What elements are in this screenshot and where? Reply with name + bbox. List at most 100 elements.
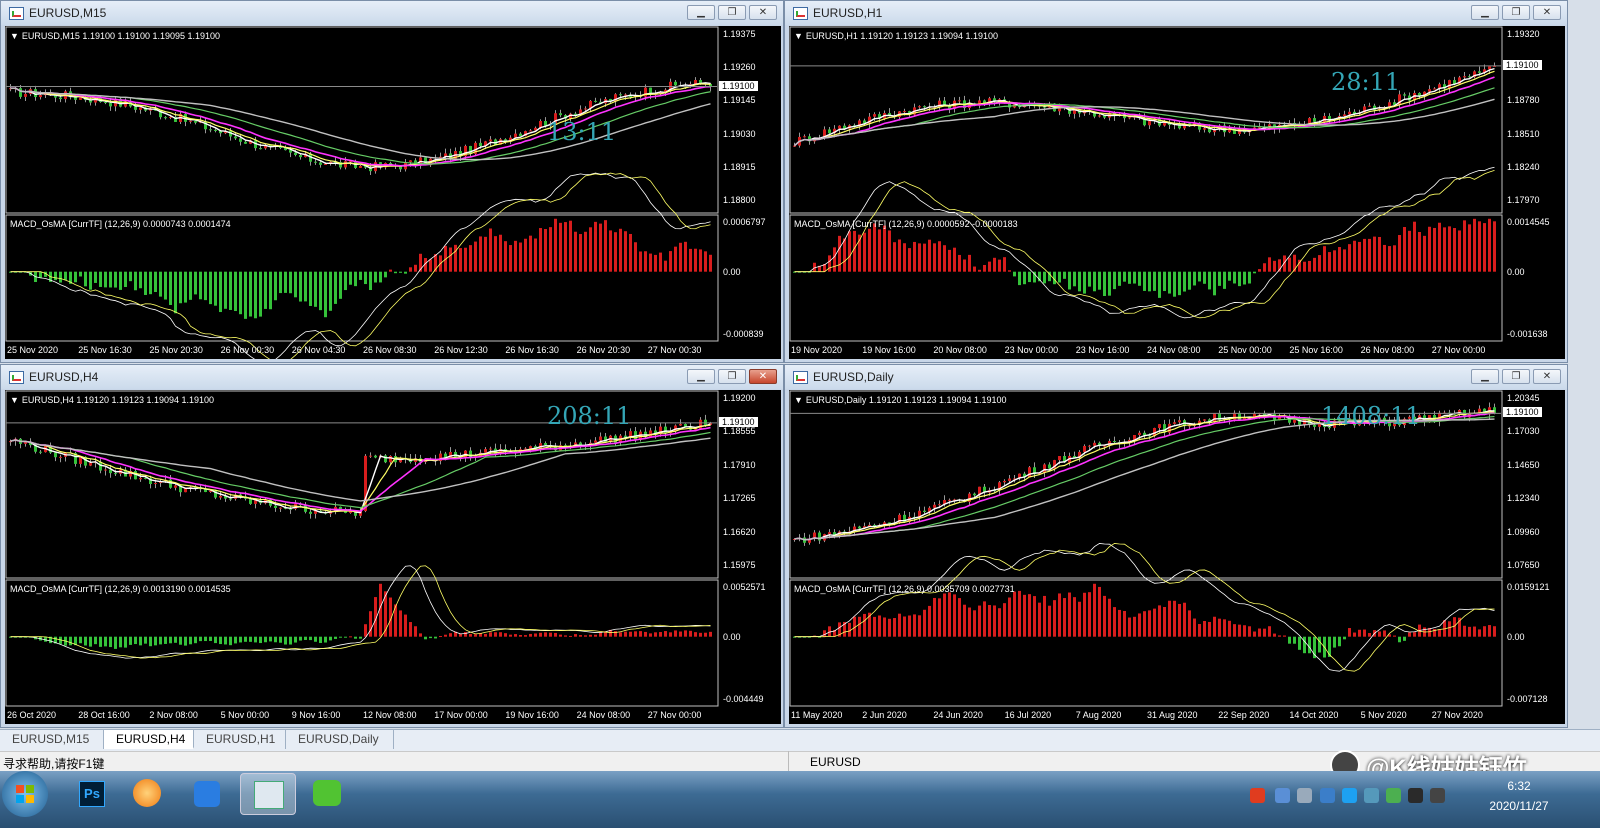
chart-area[interactable]: 1.19375 1.19260 1.19145 1.19030 1.18915 1.188… [5, 26, 781, 359]
price-axis-label: 1.20345 [1507, 393, 1540, 403]
chart-window-2[interactable]: EURUSD,H4 ▁ ❐ ✕ 1.19200 1.18555 1.17910 1.1… [0, 364, 784, 728]
price-axis-label: 1.18915 [723, 161, 756, 172]
close-button[interactable]: ✕ [1533, 369, 1561, 384]
time-axis-label: 28 Oct 16:00 [78, 710, 130, 720]
start-button[interactable] [2, 771, 48, 817]
restore-button[interactable]: ❐ [1502, 369, 1530, 384]
price-axis-label: 1.19320 [1507, 29, 1540, 39]
time-axis-label: 9 Nov 16:00 [291, 710, 341, 720]
indicator-label: MACD_OsMA [CurrTF] (12,26,9) 0.0013190 0… [10, 584, 231, 594]
tray-shield-icon[interactable] [1364, 788, 1379, 803]
restore-button[interactable]: ❐ [718, 369, 746, 384]
chart-tabs-bar: EURUSD,M15 EURUSD,H4 EURUSD,H1 EURUSD,Da… [0, 729, 1600, 751]
tab-eurusd-h1[interactable]: EURUSD,H1 [194, 730, 286, 749]
minimize-button[interactable]: ▁ [1471, 369, 1499, 384]
chart-area[interactable]: 1.19200 1.18555 1.17910 1.17265 1.16620 1.159… [5, 390, 781, 724]
taskbar-cloud-app[interactable] [180, 773, 234, 813]
cube-icon[interactable] [1320, 788, 1335, 803]
tray-util-icon[interactable] [1297, 788, 1312, 803]
restore-button[interactable]: ❐ [1502, 5, 1530, 20]
time-axis-label: 7 Aug 2020 [1075, 710, 1122, 720]
chart-header-text: EURUSD,Daily 1.19120 1.19123 1.19094 1.1… [805, 395, 1007, 405]
tab-eurusd-daily[interactable]: EURUSD,Daily [286, 730, 394, 749]
window-titlebar[interactable]: EURUSD,Daily ▁ ❐ ✕ [785, 365, 1567, 389]
time-axis-label: 25 Nov 2020 [7, 345, 59, 355]
indicator-axis-label: 0.00 [723, 631, 741, 642]
chart-window-icon [793, 371, 808, 384]
chart-header: ▼ EURUSD,Daily 1.19120 1.19123 1.19094 1.… [794, 395, 1007, 405]
time-axis-label: 25 Nov 16:30 [78, 345, 132, 355]
indicator-label: MACD_OsMA [CurrTF] (12,26,9) 0.0000592 -… [794, 219, 1018, 229]
taskbar: Ps 6:32 2020/11/27 [0, 771, 1600, 828]
chart-menu-icon[interactable]: ▼ [794, 395, 803, 405]
window-titlebar[interactable]: EURUSD,H1 ▁ ❐ ✕ [785, 1, 1567, 25]
tray-app-icon[interactable] [1275, 788, 1290, 803]
taskbar-photoshop[interactable]: Ps [65, 773, 119, 813]
time-axis-label: 2 Jun 2020 [862, 710, 907, 720]
chart-window-icon [9, 7, 24, 20]
indicator-label: MACD_OsMA [CurrTF] (12,26,9) 0.0035709 0… [794, 584, 1015, 594]
time-axis-label: 14 Oct 2020 [1289, 710, 1339, 720]
price-axis-label: 1.18800 [723, 195, 756, 205]
sogou-icon[interactable] [1250, 788, 1265, 803]
status-symbol: EURUSD [810, 755, 861, 769]
chart-area[interactable]: 1.20345 1.17030 1.14650 1.12340 1.09960 1.076… [789, 390, 1565, 724]
indicator-axis-label: 0.0052571 [723, 582, 766, 592]
chart-area[interactable]: 1.193201.190501.187801.185101.182401.179… [789, 26, 1565, 359]
tab-eurusd-h4[interactable]: EURUSD,H4 [104, 730, 194, 749]
chart-menu-icon[interactable]: ▼ [10, 395, 19, 405]
window-title: EURUSD,H4 [29, 370, 99, 384]
price-axis-label: 1.18510 [1507, 128, 1540, 139]
window-titlebar[interactable]: EURUSD,M15 ▁ ❐ ✕ [1, 1, 783, 25]
minimize-button[interactable]: ▁ [687, 5, 715, 20]
chart-menu-icon[interactable]: ▼ [794, 31, 803, 41]
price-chart-svg [789, 390, 1503, 707]
indicator-axis-label: -0.004449 [723, 694, 764, 704]
price-axis-label: 1.17910 [723, 459, 756, 470]
close-button[interactable]: ✕ [749, 369, 777, 384]
minimize-button[interactable]: ▁ [687, 369, 715, 384]
time-axis-label: 17 Nov 00:00 [434, 710, 488, 720]
price-axis-label: 1.16620 [723, 526, 756, 537]
chart-header: ▼ EURUSD,H4 1.19120 1.19123 1.19094 1.191… [10, 395, 214, 405]
time-axis-label: 24 Nov 08:00 [576, 710, 631, 720]
clock-time: 6:32 [1507, 779, 1531, 793]
system-clock[interactable]: 6:32 2020/11/27 [1486, 779, 1552, 813]
close-button[interactable]: ✕ [1533, 5, 1561, 20]
chart-window-0[interactable]: EURUSD,M15 ▁ ❐ ✕ 1.19375 1.19260 1.19145 1.… [0, 0, 784, 363]
time-axis-label: 5 Nov 2020 [1360, 710, 1407, 720]
close-button[interactable]: ✕ [749, 5, 777, 20]
indicator-axis-label: 0.0014545 [1507, 217, 1550, 227]
time-axis-label: 26 Nov 12:30 [434, 345, 488, 355]
current-price-tag: 1.19100 [719, 416, 758, 427]
help-hint: 寻求帮助,请按F1键 [3, 757, 105, 771]
time-axis-label: 12 Nov 08:00 [363, 710, 417, 720]
metatrader-icon [254, 781, 284, 809]
restore-button[interactable]: ❐ [718, 5, 746, 20]
time-axis-label: 26 Nov 16:30 [505, 345, 559, 355]
taskbar-metatrader[interactable] [240, 773, 296, 815]
chart-window-3[interactable]: EURUSD,Daily ▁ ❐ ✕ 1.20345 1.17030 1.14650… [784, 364, 1568, 728]
price-axis-label: 1.15975 [723, 560, 756, 570]
price-axis-label: 1.18780 [1507, 95, 1540, 106]
price-axis-label: 1.18555 [723, 426, 756, 437]
volume-icon[interactable] [1430, 788, 1445, 803]
price-axis-label: 1.14650 [1507, 459, 1540, 470]
ma-grey-line [10, 437, 711, 502]
tab-eurusd-m15[interactable]: EURUSD,M15 [0, 730, 104, 749]
windows-logo-icon [16, 785, 34, 803]
tray-share-icon[interactable] [1342, 788, 1357, 803]
signal-line [794, 543, 1495, 672]
window-titlebar[interactable]: EURUSD,H4 ▁ ❐ ✕ [1, 365, 783, 389]
chart-menu-icon[interactable]: ▼ [10, 31, 19, 41]
taskbar-wechat[interactable] [300, 773, 354, 813]
chart-window-1[interactable]: EURUSD,H1 ▁ ❐ ✕ 1.193201.190501.187801.1… [784, 0, 1568, 363]
status-bar: 寻求帮助,请按F1键 EURUSD @K线姑姑钰竹 [0, 750, 1600, 782]
network-icon[interactable] [1408, 788, 1423, 803]
minimize-button[interactable]: ▁ [1471, 5, 1499, 20]
chart-header-text: EURUSD,M15 1.19100 1.19100 1.19095 1.191… [21, 31, 221, 41]
wechat-tray-icon[interactable] [1386, 788, 1401, 803]
current-price-tag: 1.19100 [1503, 59, 1542, 70]
taskbar-media-player[interactable] [120, 773, 174, 813]
time-axis-label: 24 Jun 2020 [933, 710, 983, 720]
